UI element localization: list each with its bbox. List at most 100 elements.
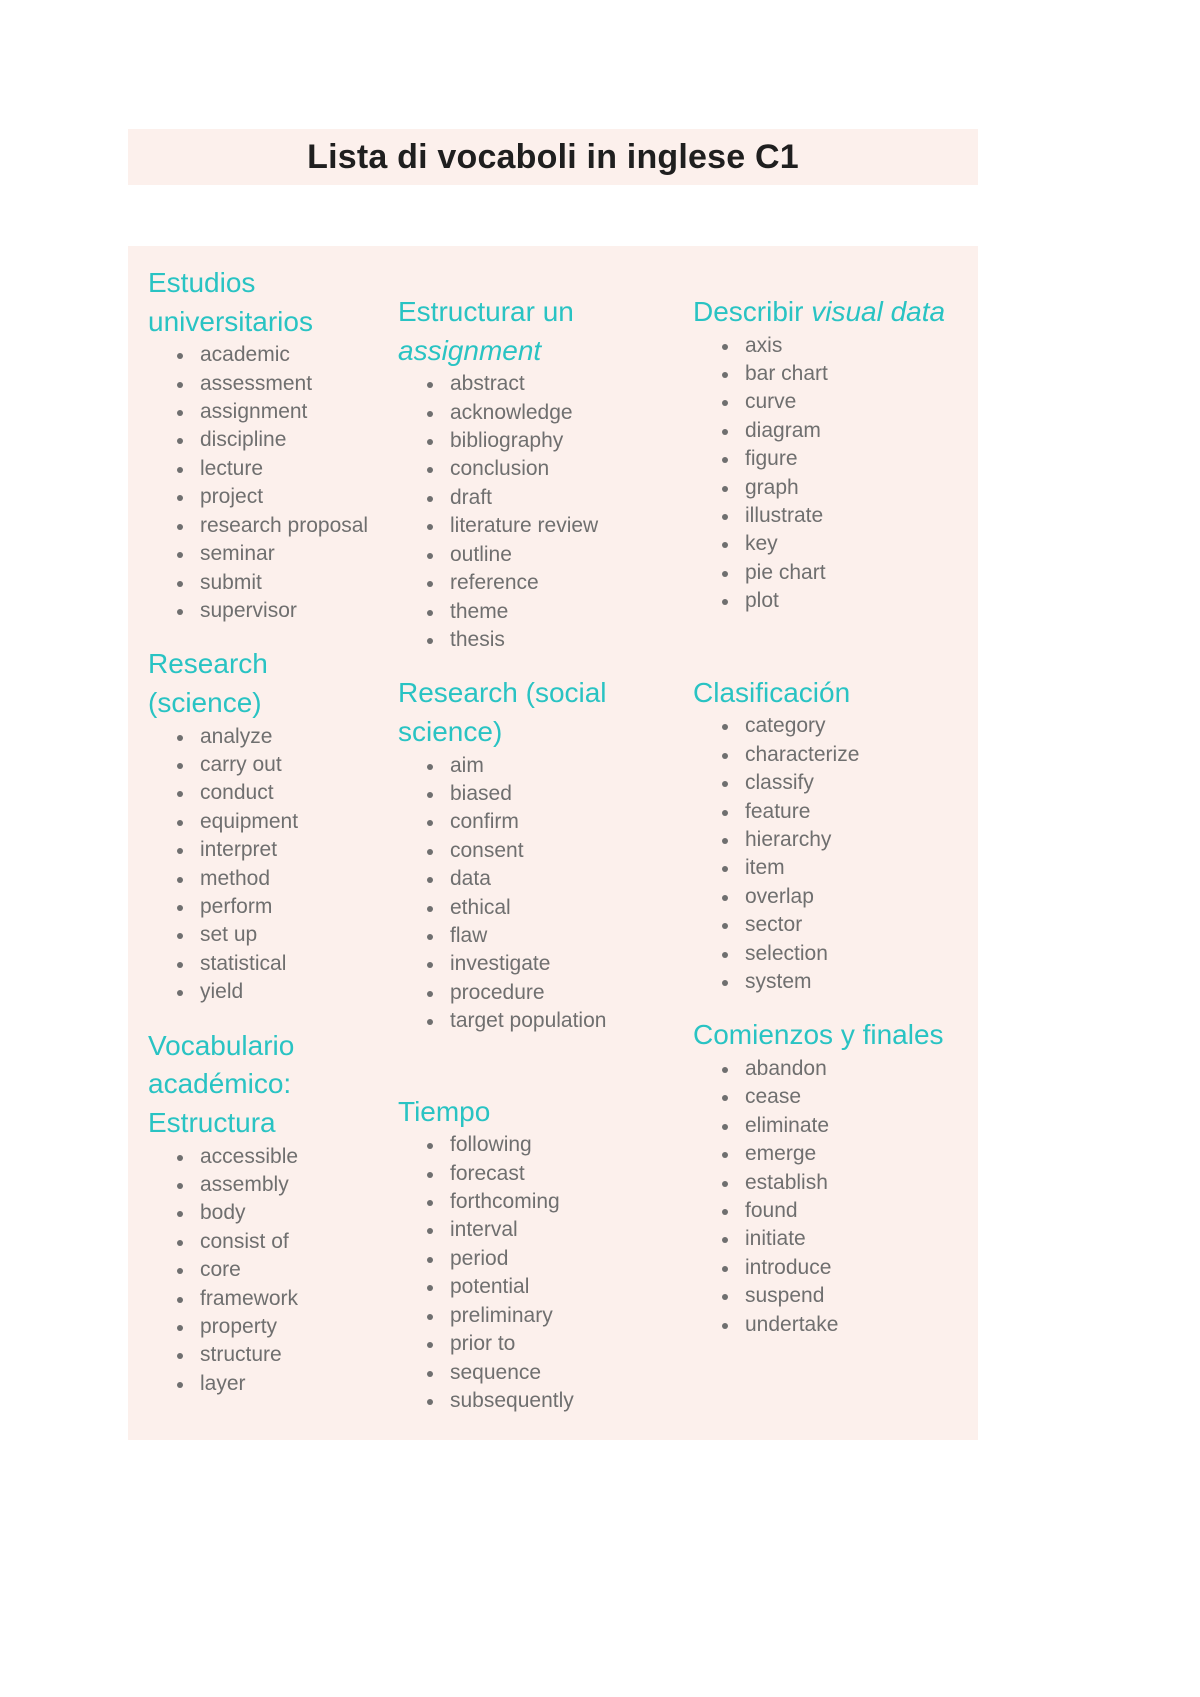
bullet-icon xyxy=(722,809,728,816)
word-label: ethical xyxy=(450,895,511,919)
section-heading-estudios-universitarios: Estudios universitarios xyxy=(148,264,386,341)
word-label: draft xyxy=(450,485,493,509)
word-list: axis bar chart curve diagram figure graph illu… xyxy=(693,332,974,616)
word-label: sector xyxy=(745,913,803,937)
bullet-icon xyxy=(177,1182,183,1189)
word-list-item: flaw xyxy=(398,922,681,950)
heading-italic-run: visual data xyxy=(811,296,946,327)
bullet-icon xyxy=(177,466,183,473)
word-label: academic xyxy=(200,343,290,367)
word-label: thesis xyxy=(450,627,505,651)
word-list-item: characterize xyxy=(693,741,974,769)
bullet-icon xyxy=(722,923,728,930)
vocabulary-section: Tiempo following forecast forthcoming inter… xyxy=(398,1093,681,1416)
word-list-item: conclusion xyxy=(398,455,681,483)
word-list-item: forthcoming xyxy=(398,1188,681,1216)
bullet-icon xyxy=(427,1019,433,1026)
bullet-icon xyxy=(427,637,433,644)
bullet-icon xyxy=(177,1353,183,1360)
section-heading-estructurar-un-assignment: Estructurar un assignment xyxy=(398,293,681,370)
word-label: acknowledge xyxy=(450,400,573,424)
word-label: framework xyxy=(200,1286,299,1310)
bullet-icon xyxy=(722,428,728,435)
heading-text-run: Tiempo xyxy=(398,1095,491,1127)
word-label: subsequently xyxy=(450,1388,574,1412)
word-list-item: potential xyxy=(398,1273,681,1301)
word-label: graph xyxy=(745,475,799,499)
word-list-item: literature review xyxy=(398,512,681,540)
word-label: abstract xyxy=(450,372,525,396)
heading-text-run: Estudios universitarios xyxy=(148,267,313,337)
vocabulary-section: Research (science) analyze carry out condu… xyxy=(148,645,386,1006)
word-list-item: framework xyxy=(148,1285,386,1313)
word-list-item: thesis xyxy=(398,626,681,654)
bullet-icon xyxy=(177,608,183,615)
word-list-item: research proposal xyxy=(148,512,386,540)
word-label: carry out xyxy=(200,752,282,776)
bullet-icon xyxy=(427,1398,433,1405)
word-label: core xyxy=(200,1258,241,1282)
heading-text-run: Clasificación xyxy=(693,676,851,708)
word-label: period xyxy=(450,1246,509,1270)
bullet-icon xyxy=(177,1239,183,1246)
bullet-icon xyxy=(177,523,183,530)
word-list-item: cease xyxy=(693,1083,974,1111)
vocabulary-column-3: Describir visual data axis bar chart curve… xyxy=(685,260,978,1339)
word-list-item: emerge xyxy=(693,1140,974,1168)
word-list-item: assignment xyxy=(148,398,386,426)
vocabulary-section: Estructurar un assignment abstract acknow… xyxy=(398,293,681,654)
bullet-icon xyxy=(722,1322,728,1329)
vocabulary-section: Vocabulario académico: Estructura access… xyxy=(148,1027,386,1399)
bullet-icon xyxy=(427,495,433,502)
heading-text-run: Comienzos y finales xyxy=(693,1019,944,1051)
word-list-item: interpret xyxy=(148,836,386,864)
bullet-icon xyxy=(722,1265,728,1272)
word-list: aim biased confirm consent data ethical flaw in… xyxy=(398,752,681,1036)
word-label: equipment xyxy=(200,809,299,833)
word-label: investigate xyxy=(450,952,551,976)
bullet-icon xyxy=(177,734,183,741)
bullet-icon xyxy=(427,467,433,474)
word-label: aim xyxy=(450,753,484,777)
word-label: hierarchy xyxy=(745,827,832,851)
word-list-item: property xyxy=(148,1313,386,1341)
bullet-icon xyxy=(722,979,728,986)
word-label: accessible xyxy=(200,1144,299,1168)
bullet-icon xyxy=(427,1143,433,1150)
bullet-icon xyxy=(177,933,183,940)
bullet-icon xyxy=(177,1268,183,1275)
word-list-item: period xyxy=(398,1245,681,1273)
bullet-icon xyxy=(177,438,183,445)
word-list-item: selection xyxy=(693,940,974,968)
page-title: Lista di vocaboli in inglese C1 xyxy=(307,137,799,176)
word-list-item: project xyxy=(148,483,386,511)
word-label: interpret xyxy=(200,838,278,862)
word-list-item: confirm xyxy=(398,808,681,836)
word-label: overlap xyxy=(745,884,814,908)
bullet-icon xyxy=(722,781,728,788)
bullet-icon xyxy=(722,1294,728,1301)
word-label: feature xyxy=(745,799,811,823)
word-label: data xyxy=(450,867,491,891)
vocabulary-content-band: Estudios universitarios academic assessme… xyxy=(128,246,978,1440)
word-list-item: bar chart xyxy=(693,360,974,388)
bullet-icon xyxy=(722,1237,728,1244)
word-label: property xyxy=(200,1314,278,1338)
word-list-item: hierarchy xyxy=(693,826,974,854)
bullet-icon xyxy=(427,609,433,616)
word-label: seminar xyxy=(200,542,275,566)
word-label: figure xyxy=(745,447,798,471)
word-list-item: illustrate xyxy=(693,502,974,530)
word-list: academic assessment assignment discipline le… xyxy=(148,341,386,625)
word-list-item: accessible xyxy=(148,1143,386,1171)
bullet-icon xyxy=(722,570,728,577)
word-label: theme xyxy=(450,599,509,623)
word-list-item: initiate xyxy=(693,1225,974,1253)
word-label: forecast xyxy=(450,1161,525,1185)
word-label: pie chart xyxy=(745,560,826,584)
bullet-icon xyxy=(722,866,728,873)
word-list-item: figure xyxy=(693,445,974,473)
section-heading-clasificacion: Clasificación xyxy=(693,674,974,713)
word-list-item: graph xyxy=(693,474,974,502)
word-label: perform xyxy=(200,895,273,918)
